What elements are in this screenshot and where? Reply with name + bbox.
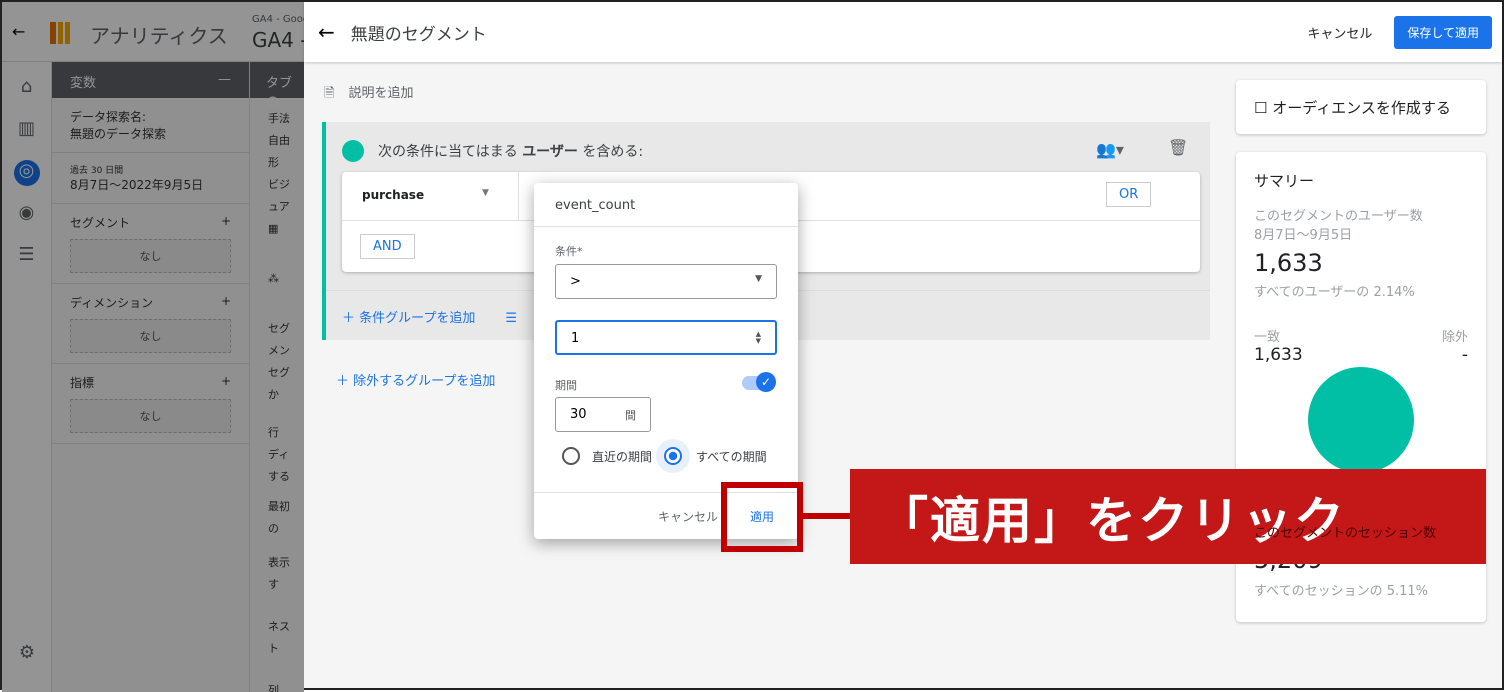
scope-users-icon[interactable]: 👥▾: [1096, 140, 1124, 159]
venn-circle: [1308, 367, 1414, 473]
condition-label: 条件*: [555, 245, 583, 258]
radio-unchecked-icon: [562, 447, 580, 465]
create-audience-label: オーディエンスを作成する: [1272, 99, 1451, 117]
segment-header: ← 無題のセグメント キャンセル 保存して適用: [304, 2, 1502, 62]
background-app: ← アナリティクス GA4 - Goog GA4 - ⌂ ▥ ◎ ◉ ☰ ⚙ 変…: [2, 2, 304, 692]
add-group-button[interactable]: ＋ 条件グループを追加: [342, 311, 475, 326]
period-input[interactable]: 30 間: [555, 397, 651, 432]
stepper-icon[interactable]: ▲ ▼: [756, 331, 761, 345]
match-label: 一致: [1254, 330, 1281, 345]
segment-builder: ← 無題のセグメント キャンセル 保存して適用 🗎 説明を追加 次の条件に当てはま…: [304, 2, 1502, 688]
segment-title[interactable]: 無題のセグメント: [351, 20, 1308, 45]
exclude-value: -: [1461, 345, 1468, 365]
sequence-icon[interactable]: ☰: [505, 311, 517, 326]
delete-icon[interactable]: 🗑: [1168, 138, 1188, 157]
plus-icon: ＋: [342, 311, 360, 326]
operator-select[interactable]: > ▼: [555, 264, 777, 299]
checkbox-icon: ☐: [1254, 99, 1268, 117]
value-text: 1: [571, 331, 580, 346]
exclude-group-label: 除外するグループを追加: [353, 374, 496, 389]
exclude-label: 除外: [1441, 330, 1468, 345]
add-description-label: 説明を追加: [348, 86, 414, 101]
back-arrow-icon[interactable]: ←: [318, 20, 335, 44]
group-color-dot: [342, 140, 364, 162]
period-value: 30: [570, 407, 587, 422]
add-description[interactable]: 🗎 説明を追加: [324, 82, 413, 106]
summary-date: 8月7日～9月5日: [1254, 228, 1353, 243]
or-button[interactable]: OR: [1106, 182, 1152, 207]
document-icon: 🗎: [324, 86, 335, 101]
radio-recent-label: 直近の期間: [592, 449, 653, 464]
radio-all-label: すべての期間: [696, 449, 767, 464]
callout-connector: [803, 513, 851, 519]
period-toggle[interactable]: ✓: [742, 372, 776, 392]
radio-recent[interactable]: 直近の期間: [562, 447, 652, 465]
popup-title: event_count: [534, 183, 798, 227]
create-audience-checkbox[interactable]: ☐ オーディエンスを作成する: [1236, 80, 1486, 134]
add-exclude-group-button[interactable]: ＋ 除外するグループを追加: [336, 370, 495, 389]
cancel-button[interactable]: キャンセル: [1307, 23, 1372, 42]
match-value: 1,633: [1254, 345, 1303, 365]
and-button[interactable]: AND: [360, 234, 415, 259]
group-scope: ユーザー: [522, 144, 578, 160]
sessions-pct: すべてのセッションの 5.11%: [1254, 584, 1429, 599]
users-value: 1,633: [1254, 249, 1323, 277]
check-icon: ✓: [756, 372, 776, 392]
add-group-label: 条件グループを追加: [359, 311, 476, 326]
users-pct: すべてのユーザーの 2.14%: [1254, 285, 1415, 300]
summary-title: サマリー: [1254, 172, 1315, 190]
period-label: 期間: [555, 379, 577, 392]
apply-highlight-box: [721, 482, 803, 552]
instruction-callout: 「適用」をクリック: [850, 469, 1486, 564]
chevron-down-icon[interactable]: ▼: [482, 188, 489, 198]
radio-all[interactable]: すべての期間: [664, 447, 767, 465]
event-select[interactable]: purchase: [362, 188, 424, 202]
modal-scrim: [2, 2, 304, 692]
save-and-apply-button[interactable]: 保存して適用: [1394, 15, 1492, 49]
plus-icon: ＋: [336, 374, 354, 389]
value-input[interactable]: 1 ▲ ▼: [555, 320, 777, 355]
users-label: このセグメントのユーザー数: [1254, 209, 1423, 224]
sessions-label: このセグメントのセッション数: [1254, 526, 1437, 541]
operator-value: >: [570, 274, 581, 289]
group-title-pre: 次の条件に当てはまる: [378, 144, 518, 160]
group-title-post: を含める:: [582, 144, 644, 160]
chevron-down-icon: ▼: [755, 274, 762, 284]
period-unit: 間: [625, 409, 636, 422]
popup-cancel-button[interactable]: キャンセル: [658, 508, 718, 525]
radio-checked-icon: [664, 447, 682, 465]
